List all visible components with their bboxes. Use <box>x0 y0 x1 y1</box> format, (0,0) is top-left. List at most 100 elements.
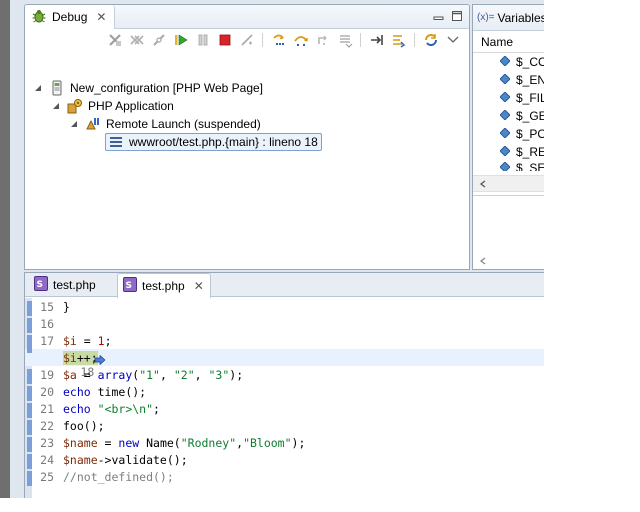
scroll-left-arrow-icon[interactable] <box>479 177 487 191</box>
variable-row[interactable]: $_SEF <box>473 161 544 171</box>
variable-name: $_EN <box>516 73 544 87</box>
variable-diamond-icon <box>499 127 511 141</box>
variables-list: $_CO $_EN $_FIL $_GE $_PO $_RE $_SEF <box>473 53 544 171</box>
expanded-triangle-icon[interactable] <box>51 101 61 111</box>
code-editor-area[interactable]: 15 } 16 17 $i = 1; 18 $i++; 19 $a = arra… <box>25 298 544 498</box>
step-into-icon[interactable] <box>270 32 287 49</box>
code-text: } <box>63 299 70 314</box>
code-line-current: 18 $i++; <box>25 337 544 379</box>
variables-icon: (x)= <box>477 12 495 23</box>
tree-item-remote-launch[interactable]: Remote Launch (suspended) <box>69 115 261 133</box>
suspend-icon[interactable] <box>194 32 211 49</box>
maximize-icon[interactable] <box>451 10 463 22</box>
editor-tab-test-php-1[interactable]: S test.php <box>29 273 96 297</box>
expanded-triangle-icon[interactable] <box>69 119 79 129</box>
php-application-icon <box>67 98 83 114</box>
line-number: 25 <box>40 469 54 484</box>
debug-tab-close-icon[interactable]: ✕ <box>96 11 106 23</box>
tree-item-stack-frame[interactable]: wwwroot/test.php.{main} : lineno 18 <box>105 133 322 151</box>
detail-scroll-left-arrow-icon[interactable] <box>479 254 487 268</box>
line-number: 23 <box>40 435 54 450</box>
line-number: 21 <box>40 401 54 416</box>
editor-tab-label: test.php <box>53 278 96 292</box>
editor-tab-test-php-2[interactable]: S test.php ✕ <box>117 273 211 298</box>
line-number: 19 <box>40 367 54 382</box>
code-line: 19 $a = array("1", "2", "3"); <box>25 366 544 384</box>
variable-row[interactable]: $_PO <box>473 125 544 143</box>
tree-item-label: Remote Launch (suspended) <box>106 117 261 131</box>
editor-tab-label: test.php <box>142 279 185 293</box>
variable-name: $_RE <box>516 145 544 159</box>
remove-all-icon[interactable] <box>128 32 145 49</box>
code-text: $name = new Name("Rodney","Bloom"); <box>63 435 306 450</box>
variables-tab[interactable]: (x)= Variables <box>473 5 544 31</box>
code-text: echo "<br>\n"; <box>63 401 160 416</box>
variable-name: $_GE <box>516 109 544 123</box>
variables-detail-pane[interactable] <box>473 195 544 269</box>
variables-view: (x)= Variables Name $_CO $_EN $_FIL $_GE… <box>472 4 544 270</box>
code-line: 16 <box>25 315 544 333</box>
code-line: 20 echo time(); <box>25 383 544 401</box>
variable-diamond-icon <box>499 145 511 159</box>
variable-diamond-icon <box>499 55 511 69</box>
refresh-icon[interactable] <box>422 32 439 49</box>
variable-row[interactable]: $_FIL <box>473 89 544 107</box>
variable-name: $_SEF <box>516 161 544 171</box>
svg-text:S: S <box>126 281 132 291</box>
php-file-icon: S <box>123 277 137 295</box>
variable-name: $_CO <box>516 55 544 69</box>
drop-to-frame-icon[interactable] <box>336 32 353 49</box>
editor-tab-close-icon[interactable]: ✕ <box>194 280 204 292</box>
column-header-label: Name <box>481 34 514 49</box>
code-line: 15 } <box>25 298 544 316</box>
php-web-page-icon <box>49 80 65 96</box>
debug-view-tabbar: Debug ✕ <box>25 5 469 29</box>
variables-name-column-header[interactable]: Name <box>473 31 544 53</box>
debug-toolbar <box>25 29 469 51</box>
svg-text:S: S <box>37 280 43 290</box>
disconnect-icon[interactable] <box>150 32 167 49</box>
code-text: foo(); <box>63 418 105 433</box>
variable-row[interactable]: $_RE <box>473 143 544 161</box>
step-return-icon[interactable] <box>314 32 331 49</box>
step-with-filters-icon[interactable] <box>390 32 407 49</box>
view-menu-icon[interactable] <box>444 32 461 49</box>
code-line: 25 //not_defined(); <box>25 468 544 486</box>
left-window-edge <box>0 0 10 498</box>
editor-tabbar: S test.php S test.php ✕ <box>25 273 544 298</box>
variable-name: $_FIL <box>516 91 544 105</box>
tree-item-configuration[interactable]: New_configuration [PHP Web Page] <box>33 79 263 97</box>
variable-diamond-icon <box>499 73 511 87</box>
use-step-filters-icon[interactable] <box>368 32 385 49</box>
tree-item-label: New_configuration [PHP Web Page] <box>70 81 264 95</box>
line-number: 24 <box>40 452 54 467</box>
variables-horizontal-scrollbar[interactable] <box>473 175 544 192</box>
debug-tab[interactable]: Debug ✕ <box>25 5 116 29</box>
disconnect-all-icon[interactable] <box>238 32 255 49</box>
variable-row[interactable]: $_EN <box>473 71 544 89</box>
step-over-icon[interactable] <box>292 32 309 49</box>
line-number: 15 <box>40 299 54 314</box>
code-line: 21 echo "<br>\n"; <box>25 400 544 418</box>
debug-view: Debug ✕ New_configuration [PHP Web Page]… <box>24 4 470 270</box>
variable-row[interactable]: $_GE <box>473 107 544 125</box>
php-editor: S test.php S test.php ✕ 15 } 16 17 $i = … <box>24 272 544 498</box>
line-number: 22 <box>40 418 54 433</box>
stack-frame-icon <box>108 134 124 150</box>
debug-bug-icon <box>31 8 47 27</box>
line-number: 16 <box>40 316 54 331</box>
variable-diamond-icon <box>499 91 511 105</box>
expanded-triangle-icon[interactable] <box>33 83 43 93</box>
variable-row[interactable]: $_CO <box>473 53 544 71</box>
tree-item-php-application[interactable]: PHP Application <box>51 97 174 115</box>
variable-diamond-icon <box>499 109 511 123</box>
code-text: $a = array("1", "2", "3"); <box>63 367 244 382</box>
resume-icon[interactable] <box>172 32 189 49</box>
variable-diamond-icon <box>499 161 511 171</box>
minimize-icon[interactable] <box>433 10 445 22</box>
terminate-icon[interactable] <box>216 32 233 49</box>
line-number: 20 <box>40 384 54 399</box>
thread-suspended-icon <box>85 116 101 132</box>
tree-item-label: PHP Application <box>88 99 174 113</box>
remove-launch-icon[interactable] <box>106 32 123 49</box>
